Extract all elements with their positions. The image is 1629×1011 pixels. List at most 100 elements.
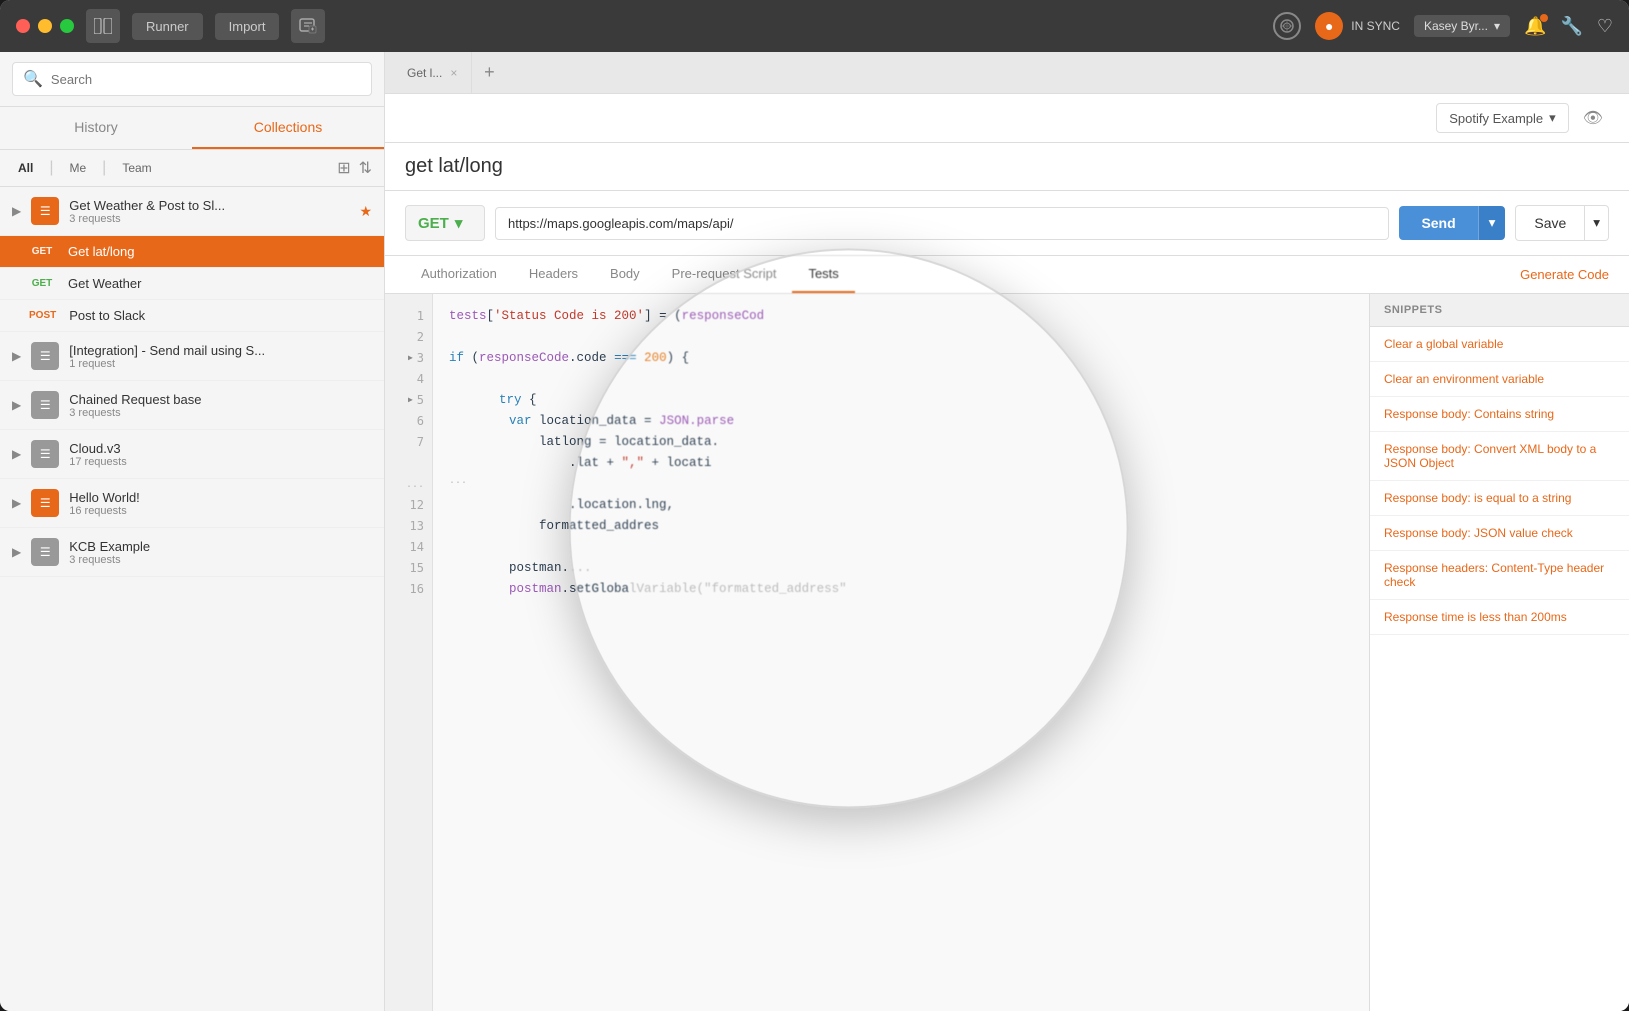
send-dropdown-button[interactable]: ▾: [1478, 206, 1506, 240]
line-num: 15: [393, 558, 424, 579]
code-line: .location.lng,: [449, 495, 1353, 516]
snippet-item[interactable]: Response headers: Content-Type header ch…: [1370, 551, 1629, 600]
url-input[interactable]: [495, 207, 1389, 240]
search-input-wrap[interactable]: 🔍: [12, 62, 372, 96]
tab-history[interactable]: History: [0, 107, 192, 149]
tab-body-label: Body: [610, 266, 640, 281]
snippets-title: SNIPPETS: [1384, 304, 1442, 316]
env-chevron-icon: ▾: [1549, 110, 1556, 126]
runner-button[interactable]: Runner: [132, 13, 203, 40]
tab-tests[interactable]: Tests: [792, 256, 854, 293]
page-title: get lat/long: [405, 155, 503, 177]
save-dropdown-button[interactable]: ▾: [1585, 205, 1609, 241]
sidebar-actions: ⊞ ⇅: [337, 158, 372, 178]
import-label: Import: [229, 19, 266, 34]
tabs-bar: Get l... × +: [385, 52, 1629, 94]
tab-authorization-label: Authorization: [421, 266, 497, 281]
import-button[interactable]: Import: [215, 13, 280, 40]
eye-button[interactable]: 👁: [1577, 102, 1609, 134]
tab-body[interactable]: Body: [594, 256, 656, 293]
snippet-item[interactable]: Clear a global variable: [1370, 327, 1629, 362]
collection-icon: ☰: [31, 489, 59, 517]
env-bar: Spotify Example ▾ 👁: [385, 94, 1629, 143]
request-item[interactable]: POST Post to Slack: [0, 300, 384, 332]
collection-meta: 3 requests: [69, 554, 372, 566]
line-num: [393, 453, 424, 474]
collection-item[interactable]: ▶ ☰ Get Weather & Post to Sl... 3 reques…: [0, 187, 384, 236]
close-button[interactable]: [16, 19, 30, 33]
star-icon[interactable]: ★: [359, 203, 372, 220]
code-line: [449, 369, 1353, 390]
generate-code-label: Generate Code: [1520, 267, 1609, 282]
collection-info: [Integration] - Send mail using S... 1 r…: [69, 343, 372, 370]
layout-toggle-button[interactable]: [86, 9, 120, 43]
expand-arrow-icon: ▶: [12, 496, 21, 510]
code-line: postman.setGlobalVariable("formatted_add…: [449, 579, 1353, 600]
titlebar: Runner Import ● IN SYNC: [0, 0, 1629, 52]
code-line: var location_data = JSON.parse: [449, 411, 1353, 432]
sort-icon[interactable]: ⇅: [359, 158, 372, 178]
collection-item[interactable]: ▶ ☰ Cloud.v3 17 requests: [0, 430, 384, 479]
request-name-active: Get lat/long: [68, 244, 135, 259]
collection-item[interactable]: ▶ ☰ KCB Example 3 requests: [0, 528, 384, 577]
sidebar-tabs: History Collections: [0, 107, 384, 150]
new-collection-icon[interactable]: ⊞: [337, 158, 350, 178]
collection-info: KCB Example 3 requests: [69, 539, 372, 566]
request-item-active[interactable]: GET Get lat/long: [0, 236, 384, 268]
environment-select[interactable]: Spotify Example ▾: [1436, 103, 1568, 133]
line-numbers: 1 2 ▶3 4 ▶5 6 7 ... 12 13 14 15 16: [385, 294, 433, 1011]
collection-info: Get Weather & Post to Sl... 3 requests: [69, 198, 349, 225]
collection-info: Cloud.v3 17 requests: [69, 441, 372, 468]
snippets-panel: SNIPPETS Clear a global variable Clear a…: [1369, 294, 1629, 1011]
sidebar: 🔍 History Collections All | Me | Team: [0, 52, 385, 1011]
user-menu[interactable]: Kasey Byr... ▾: [1414, 15, 1510, 37]
line-num: ▶3: [393, 348, 424, 369]
generate-code-button[interactable]: Generate Code: [1520, 256, 1609, 293]
search-bar: 🔍: [0, 52, 384, 107]
code-content[interactable]: tests['Status Code is 200'] = (responseC…: [433, 294, 1369, 1011]
snippet-item[interactable]: Response time is less than 200ms: [1370, 600, 1629, 635]
snippet-item[interactable]: Response body: JSON value check: [1370, 516, 1629, 551]
filter-all[interactable]: All: [12, 159, 39, 177]
collection-info: Chained Request base 3 requests: [69, 392, 372, 419]
heart-button[interactable]: ♡: [1597, 16, 1613, 37]
tab-tests-label: Tests: [808, 266, 838, 281]
code-editor[interactable]: 1 2 ▶3 4 ▶5 6 7 ... 12 13 14 15 16: [385, 294, 1369, 1011]
snippet-item[interactable]: Response body: Contains string: [1370, 397, 1629, 432]
notifications-button[interactable]: 🔔: [1524, 16, 1546, 37]
tab-collections[interactable]: Collections: [192, 107, 384, 149]
code-line: tests['Status Code is 200'] = (responseC…: [449, 306, 1353, 327]
collection-name: Chained Request base: [69, 392, 372, 407]
snippet-item[interactable]: Response body: is equal to a string: [1370, 481, 1629, 516]
save-button[interactable]: Save: [1515, 205, 1585, 241]
snippet-item[interactable]: Response body: Convert XML body to a JSO…: [1370, 432, 1629, 481]
maximize-button[interactable]: [60, 19, 74, 33]
snippet-item[interactable]: Clear an environment variable: [1370, 362, 1629, 397]
collection-item[interactable]: ▶ ☰ Chained Request base 3 requests: [0, 381, 384, 430]
new-window-button[interactable]: [291, 9, 325, 43]
tab-headers-label: Headers: [529, 266, 578, 281]
tab-item[interactable]: Get l... ×: [393, 52, 472, 94]
search-input[interactable]: [51, 72, 361, 87]
tab-pre-request[interactable]: Pre-request Script: [656, 256, 793, 293]
line-num: ▶5: [393, 390, 424, 411]
minimize-button[interactable]: [38, 19, 52, 33]
tab-headers[interactable]: Headers: [513, 256, 594, 293]
request-item[interactable]: GET Get Weather: [0, 268, 384, 300]
filter-me[interactable]: Me: [64, 159, 93, 177]
collection-icon: ☰: [31, 197, 59, 225]
send-button[interactable]: Send: [1399, 206, 1477, 240]
collection-item[interactable]: ▶ ☰ Hello World! 16 requests: [0, 479, 384, 528]
settings-button[interactable]: 🔧: [1560, 16, 1582, 37]
search-icon: 🔍: [23, 69, 43, 89]
add-tab-button[interactable]: +: [472, 56, 506, 90]
tab-authorization[interactable]: Authorization: [405, 256, 513, 293]
method-select[interactable]: GET ▾: [405, 205, 485, 241]
tab-close-icon[interactable]: ×: [450, 66, 457, 80]
filter-team[interactable]: Team: [116, 159, 157, 177]
expand-arrow-icon: ▶: [12, 398, 21, 412]
collection-item[interactable]: ▶ ☰ [Integration] - Send mail using S...…: [0, 332, 384, 381]
method-badge-get: GET: [24, 244, 60, 259]
code-line: postman....: [449, 558, 1353, 579]
expand-arrow-icon: ▶: [12, 545, 21, 559]
